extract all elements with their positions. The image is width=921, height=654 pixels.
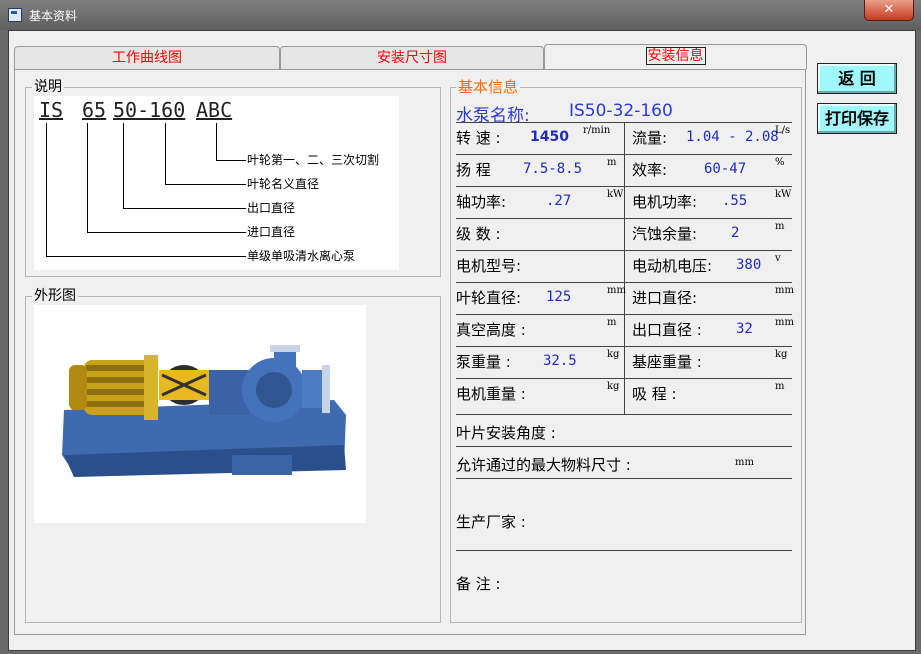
info-row-0-right-value: 1.04 - 2.08 <box>686 129 779 145</box>
info-row-2-left-value: .27 <box>546 193 572 209</box>
grid-line <box>456 414 792 415</box>
info-row-6-right-value: 32 <box>736 321 753 337</box>
close-icon: ✕ <box>883 2 895 17</box>
info-row-7-left-unit: kg <box>607 349 620 360</box>
info-row-7-right-unit: kg <box>775 349 788 360</box>
info-row-0-left-unit: r/min <box>583 125 611 136</box>
info-row-2-left-label: 轴功率: <box>456 193 507 211</box>
explanation-group-label: 说明 <box>32 79 64 95</box>
info-row-3-right-value: 2 <box>731 225 740 241</box>
info-row-7-left-label: 泵重量 : <box>456 353 511 371</box>
window-title: 基本资料 <box>29 9 78 23</box>
tab-install-info[interactable]: 安装信息 <box>544 44 807 69</box>
info-row-6-right-label: 出口直径 : <box>632 321 702 339</box>
info-row-8-right-unit: m <box>775 381 785 392</box>
info-row-1-right-value: 60-47 <box>704 161 747 177</box>
pump-illustration <box>62 345 346 477</box>
info-row-3-right-unit: m <box>775 221 785 232</box>
max-material-unit: mm <box>735 457 754 468</box>
close-button[interactable]: ✕ <box>864 0 914 21</box>
info-row-4-left-label: 电机型号: <box>456 257 522 275</box>
info-row-2-right-unit: kW <box>775 189 792 200</box>
code-part-cut: ABC <box>196 98 233 122</box>
tab-panel: 说明 IS 65 50-160 ABC 叶轮第一、二、三次切割 叶轮名义直径 出… <box>14 69 806 635</box>
info-row-5-left-label: 叶轮直径: <box>456 289 522 307</box>
title-bar[interactable]: 基本资料 ✕ <box>0 0 921 30</box>
grid-line <box>456 446 792 447</box>
info-row-1-left-value: 7.5-8.5 <box>523 161 583 177</box>
tab-install-dimensions[interactable]: 安装尺寸图 <box>280 46 544 69</box>
model-code-diagram: IS 65 50-160 ABC 叶轮第一、二、三次切割 叶轮名义直径 出口直径… <box>34 96 399 270</box>
info-row-0-right-label: 流量: <box>632 129 668 147</box>
blade-angle-label: 叶片安装角度 : <box>456 424 556 442</box>
grid-line <box>456 550 792 551</box>
info-row-0-left-value: 1450 <box>530 129 569 145</box>
tab-work-curve[interactable]: 工作曲线图 <box>14 46 280 69</box>
info-row-6-left-label: 真空高度 : <box>456 321 526 339</box>
info-row-5-left-value: 125 <box>546 289 572 305</box>
info-row-0-left-label: 转 速 : <box>456 129 501 147</box>
info-row-1-right-label: 效率: <box>632 161 668 179</box>
info-row-2-right-value: .55 <box>722 193 748 209</box>
info-row-5-right-unit: mm <box>775 285 794 296</box>
info-row-4-right-value: 380 <box>736 257 762 273</box>
annotation-impeller-cut: 叶轮第一、二、三次切割 <box>247 153 380 167</box>
info-row-2-left-unit: kW <box>607 189 624 200</box>
max-material-label: 允许通过的最大物料尺寸 : <box>456 456 631 474</box>
window: 基本资料 ✕ 工作曲线图 安装尺寸图 安装信息 说明 IS 65 50-160 … <box>0 0 921 654</box>
remarks-label: 备 注 : <box>456 575 501 593</box>
info-row-6-left-unit: m <box>607 317 617 328</box>
manufacturer-label: 生产厂家 : <box>456 513 526 531</box>
info-row-4-right-unit: v <box>775 253 781 264</box>
info-row-3-right-label: 汽蚀余量: <box>632 225 698 243</box>
code-part-outlet-impeller: 50-160 <box>113 98 186 122</box>
info-row-8-left-unit: kg <box>607 381 620 392</box>
info-row-4-right-label: 电动机电压: <box>632 257 713 275</box>
info-row-8-left-label: 电机重量 : <box>456 385 526 403</box>
info-row-7-right-label: 基座重量 : <box>632 353 702 371</box>
info-row-6-right-unit: mm <box>775 317 794 328</box>
return-button[interactable]: 返 回 <box>817 63 897 94</box>
code-part-inlet: 65 <box>82 98 107 122</box>
grid-line <box>456 478 792 479</box>
info-row-0-right-unit: L/s <box>775 125 791 136</box>
info-row-1-right-unit: % <box>775 157 785 168</box>
info-row-5-left-unit: mm <box>607 285 626 296</box>
info-row-2-right-label: 电机功率: <box>632 193 698 211</box>
pump-image <box>34 305 366 523</box>
explanation-group: 说明 IS 65 50-160 ABC 叶轮第一、二、三次切割 叶轮名义直径 出… <box>25 79 441 277</box>
info-row-5-right-label: 进口直径: <box>632 289 698 307</box>
app-icon <box>8 8 22 22</box>
print-save-button[interactable]: 打印保存 <box>817 103 897 134</box>
info-row-3-left-label: 级 数 : <box>456 225 501 243</box>
annotation-inlet-diameter: 进口直径 <box>247 225 296 239</box>
annotation-impeller-diameter: 叶轮名义直径 <box>247 177 320 191</box>
info-row-8-right-label: 吸 程 : <box>632 385 677 403</box>
code-part-series: IS <box>39 98 64 122</box>
annotation-outlet-diameter: 出口直径 <box>247 201 296 215</box>
basic-info-title: 基本信息 <box>456 76 521 97</box>
tab-strip: 工作曲线图 安装尺寸图 安装信息 <box>14 44 807 70</box>
info-row-1-left-unit: m <box>607 157 617 168</box>
appearance-group: 外形图 <box>25 288 441 623</box>
annotation-pump-type: 单级单吸清水离心泵 <box>247 249 356 263</box>
appearance-group-label: 外形图 <box>32 288 78 304</box>
pump-name-value: IS50-32-160 <box>569 101 673 121</box>
grid-divider <box>624 122 625 414</box>
info-row-7-left-value: 32.5 <box>543 353 577 369</box>
info-row-1-left-label: 扬 程 <box>456 161 491 179</box>
